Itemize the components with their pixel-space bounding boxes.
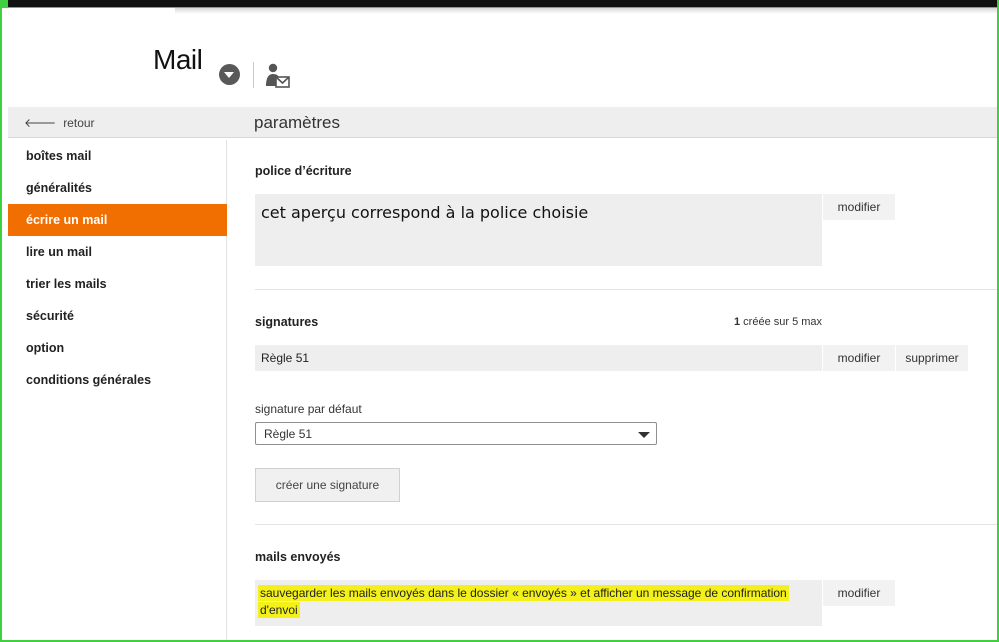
- app-switcher-dropdown-icon[interactable]: [219, 64, 240, 85]
- signature-count-suffix: créée sur 5 max: [740, 316, 823, 328]
- app-title: Mail: [153, 44, 203, 75]
- default-signature-select[interactable]: Règle 51: [255, 422, 657, 445]
- window-top-bar: [0, 0, 999, 8]
- sent-mails-description-line2: d'envoi: [258, 602, 300, 618]
- settings-subbar: 🡐 retour paramètres: [8, 107, 998, 138]
- font-section-title: police d’écriture: [255, 164, 352, 178]
- sidebar-item-option[interactable]: option: [8, 332, 227, 364]
- sent-mails-modify-button[interactable]: modifier: [823, 580, 895, 606]
- sidebar-item-trier-les-mails[interactable]: trier les mails: [8, 268, 227, 300]
- section-divider: [255, 289, 998, 290]
- default-signature-label: signature par défaut: [255, 402, 362, 416]
- font-preview-text: cet aperçu correspond à la police choisi…: [261, 203, 589, 222]
- back-link[interactable]: 🡐 retour: [24, 115, 95, 131]
- signature-row[interactable]: [255, 345, 822, 371]
- app-header: Mail: [0, 14, 999, 106]
- sidebar-item-lire-un-mail[interactable]: lire un mail: [8, 236, 227, 268]
- signature-count: 1 créée sur 5 max: [734, 316, 822, 328]
- sidebar-item-conditions-generales[interactable]: conditions générales: [8, 364, 227, 396]
- chevron-down-icon: [638, 432, 650, 438]
- settings-sidebar: boîtes mail généralités écrire un mail l…: [8, 140, 227, 640]
- signature-modify-button[interactable]: modifier: [823, 345, 895, 371]
- back-link-label: retour: [63, 115, 95, 130]
- sidebar-item-securite[interactable]: sécurité: [8, 300, 227, 332]
- sent-mails-description-line1: sauvegarder les mails envoyés dans le do…: [258, 585, 789, 601]
- back-arrow-icon: 🡐: [24, 116, 57, 130]
- sent-mails-section-title: mails envoyés: [255, 550, 341, 564]
- section-divider: [255, 524, 998, 525]
- sidebar-item-ecrire-un-mail[interactable]: écrire un mail: [8, 204, 227, 236]
- sidebar-item-generalites[interactable]: généralités: [8, 172, 227, 204]
- sent-mails-description: sauvegarder les mails envoyés dans le do…: [258, 585, 790, 619]
- window-top-bar-dark: [8, 0, 998, 7]
- sidebar-item-boites-mail[interactable]: boîtes mail: [8, 140, 227, 172]
- signatures-section-title: signatures: [255, 315, 319, 329]
- page-title: paramètres: [254, 113, 340, 132]
- create-signature-button[interactable]: créer une signature: [255, 468, 400, 502]
- default-signature-value: Règle 51: [264, 427, 313, 441]
- font-modify-button[interactable]: modifier: [823, 194, 895, 220]
- signature-name: Règle 51: [261, 351, 310, 365]
- signature-delete-button[interactable]: supprimer: [896, 345, 968, 371]
- header-divider: [253, 62, 254, 88]
- account-mail-icon[interactable]: [265, 62, 291, 90]
